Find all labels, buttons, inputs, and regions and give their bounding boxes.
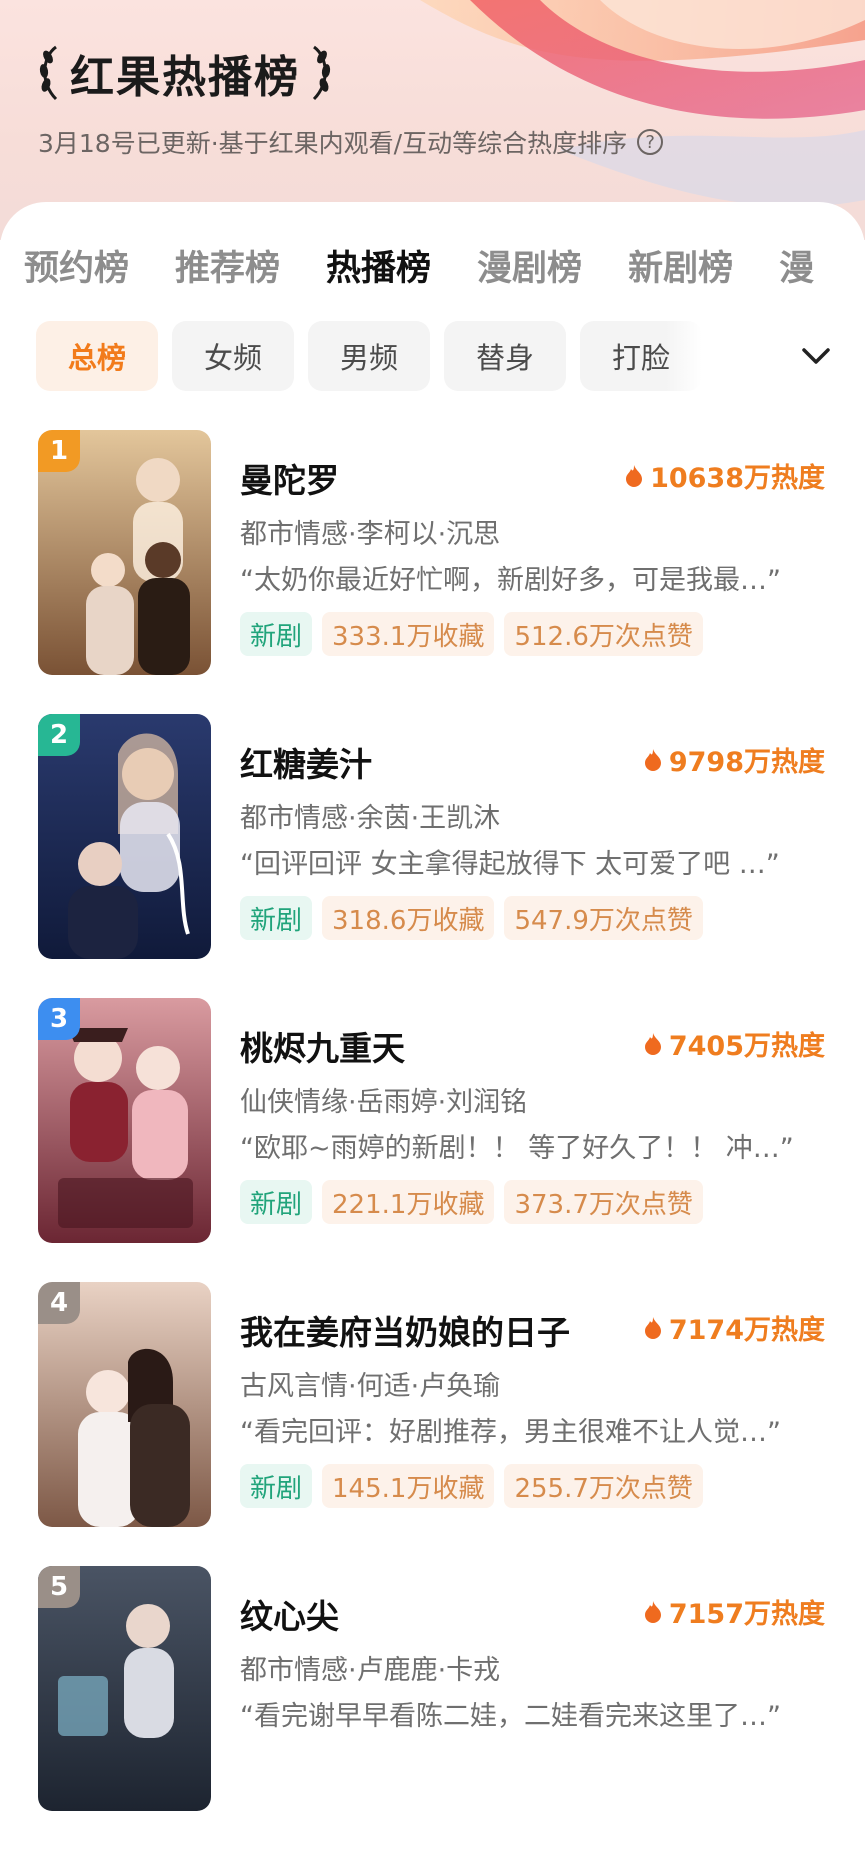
list-item[interactable]: 1 曼陀罗 10638万热度 都市情感·李柯以·沉思 “太奶你最近好忙啊，新剧好… xyxy=(0,430,865,714)
rank-badge: 2 xyxy=(38,714,80,756)
drama-title[interactable]: 我在姜府当奶娘的日子 xyxy=(240,1306,570,1354)
heat-value: 9798万热度 xyxy=(668,747,825,778)
heat-score: 7174万热度 xyxy=(643,1308,825,1347)
laurel-right-icon xyxy=(312,45,331,101)
drama-tags: 新剧 318.6万收藏 547.9万次点赞 xyxy=(240,896,713,940)
drama-meta: 都市情感·卢鹿鹿·卡戎 xyxy=(240,1655,501,1686)
drama-title[interactable]: 桃烬九重天 xyxy=(240,1022,405,1070)
chip-male[interactable]: 男频 xyxy=(308,321,430,391)
poster-image[interactable]: 4 xyxy=(38,1282,211,1527)
tag-favorites: 145.1万收藏 xyxy=(322,1464,495,1508)
list-item[interactable]: 4 我在姜府当奶娘的日子 7174万热度 古风言情·何适·卢奂瑜 “看完回评：好… xyxy=(0,1282,865,1566)
title-row: 红果热播榜 xyxy=(34,38,336,108)
drama-meta: 都市情感·李柯以·沉思 xyxy=(240,519,501,550)
flame-icon xyxy=(626,464,643,487)
tab-comic[interactable]: 漫剧榜 xyxy=(477,240,582,291)
rank-badge: 3 xyxy=(38,998,80,1040)
drama-title[interactable]: 曼陀罗 xyxy=(240,454,339,502)
tag-likes: 512.6万次点赞 xyxy=(504,612,703,656)
tab-new[interactable]: 新剧榜 xyxy=(628,240,733,291)
drama-meta: 都市情感·余茵·王凯沐 xyxy=(240,803,501,834)
drama-comment: “看完谢早早看陈二娃，二娃看完来这里了…” xyxy=(240,1701,781,1732)
drama-comment: “回评回评 女主拿得起放得下 太可爱了吧 …” xyxy=(240,849,780,880)
tag-likes: 373.7万次点赞 xyxy=(504,1180,703,1224)
list-item[interactable]: 5 纹心尖 7157万热度 都市情感·卢鹿鹿·卡戎 “看完谢早早看陈二娃，二娃看… xyxy=(0,1566,865,1850)
heat-score: 7405万热度 xyxy=(643,1024,825,1063)
tab-reservation[interactable]: 预约榜 xyxy=(24,240,129,291)
tag-favorites: 318.6万收藏 xyxy=(322,896,495,940)
tag-new: 新剧 xyxy=(240,1180,313,1224)
tab-comic-overflow[interactable]: 漫 xyxy=(779,240,814,291)
poster-image[interactable]: 1 xyxy=(38,430,211,675)
heat-value: 7405万热度 xyxy=(668,1031,825,1062)
list-item[interactable]: 3 桃烬九重天 7405万热度 仙侠情缘·岳雨婷·刘润铭 “欧耶~雨婷的新剧！！… xyxy=(0,998,865,1282)
laurel-left-icon xyxy=(39,45,58,101)
drama-comment: “看完回评：好剧推荐，男主很难不让人觉…” xyxy=(240,1417,781,1448)
heat-value: 7174万热度 xyxy=(668,1315,825,1346)
chip-all[interactable]: 总榜 xyxy=(36,321,158,391)
ranking-list: 1 曼陀罗 10638万热度 都市情感·李柯以·沉思 “太奶你最近好忙啊，新剧好… xyxy=(0,430,865,1850)
tag-new: 新剧 xyxy=(240,896,313,940)
drama-comment: “欧耶~雨婷的新剧！！ 等了好久了！！ 冲…” xyxy=(240,1133,794,1164)
flame-icon xyxy=(644,1316,661,1339)
heat-score: 10638万热度 xyxy=(624,456,825,495)
tag-favorites: 221.1万收藏 xyxy=(322,1180,495,1224)
tag-new: 新剧 xyxy=(240,1464,313,1508)
chip-face-slap[interactable]: 打脸 xyxy=(580,321,702,391)
update-info: 3月18号已更新·基于红果内观看/互动等综合热度排序 ? xyxy=(38,124,664,160)
drama-meta: 古风言情·何适·卢奂瑜 xyxy=(240,1371,501,1402)
poster-image[interactable]: 3 xyxy=(38,998,211,1243)
update-subtitle: 3月18号已更新·基于红果内观看/互动等综合热度排序 xyxy=(38,129,628,158)
flame-icon xyxy=(644,1600,661,1623)
drama-tags: 新剧 221.1万收藏 373.7万次点赞 xyxy=(240,1180,713,1224)
ranking-tabs: 预约榜 推荐榜 热播榜 漫剧榜 新剧榜 漫 xyxy=(24,240,860,291)
chevron-down-icon[interactable] xyxy=(796,338,836,374)
help-icon[interactable]: ? xyxy=(637,129,664,155)
tab-recommend[interactable]: 推荐榜 xyxy=(175,240,280,291)
drama-tags: 新剧 333.1万收藏 512.6万次点赞 xyxy=(240,612,713,656)
flame-icon xyxy=(644,1032,661,1055)
page-title: 红果热播榜 xyxy=(70,52,300,103)
drama-meta: 仙侠情缘·岳雨婷·刘润铭 xyxy=(240,1087,528,1118)
heat-score: 7157万热度 xyxy=(643,1592,825,1631)
chip-substitute[interactable]: 替身 xyxy=(444,321,566,391)
tag-likes: 255.7万次点赞 xyxy=(504,1464,703,1508)
heat-value: 7157万热度 xyxy=(668,1599,825,1630)
heat-value: 10638万热度 xyxy=(650,463,825,494)
flame-icon xyxy=(644,748,661,771)
rank-badge: 4 xyxy=(38,1282,80,1324)
chip-female[interactable]: 女频 xyxy=(172,321,294,391)
tag-likes: 547.9万次点赞 xyxy=(504,896,703,940)
poster-image[interactable]: 2 xyxy=(38,714,211,959)
rank-badge: 5 xyxy=(38,1566,80,1608)
heat-score: 9798万热度 xyxy=(643,740,825,779)
tag-favorites: 333.1万收藏 xyxy=(322,612,495,656)
rank-badge: 1 xyxy=(38,430,80,472)
tag-new: 新剧 xyxy=(240,612,313,656)
list-item[interactable]: 2 红糖姜汁 9798万热度 都市情感·余茵·王凯沐 “回评回评 女主拿得起放得… xyxy=(0,714,865,998)
tab-hot[interactable]: 热播榜 xyxy=(326,240,431,291)
drama-title[interactable]: 纹心尖 xyxy=(240,1590,339,1638)
drama-comment: “太奶你最近好忙啊，新剧好多，可是我最…” xyxy=(240,565,781,596)
category-chips: 总榜 女频 男频 替身 打脸 xyxy=(36,321,716,391)
poster-image[interactable]: 5 xyxy=(38,1566,211,1811)
drama-title[interactable]: 红糖姜汁 xyxy=(240,738,372,786)
drama-tags: 新剧 145.1万收藏 255.7万次点赞 xyxy=(240,1464,713,1508)
